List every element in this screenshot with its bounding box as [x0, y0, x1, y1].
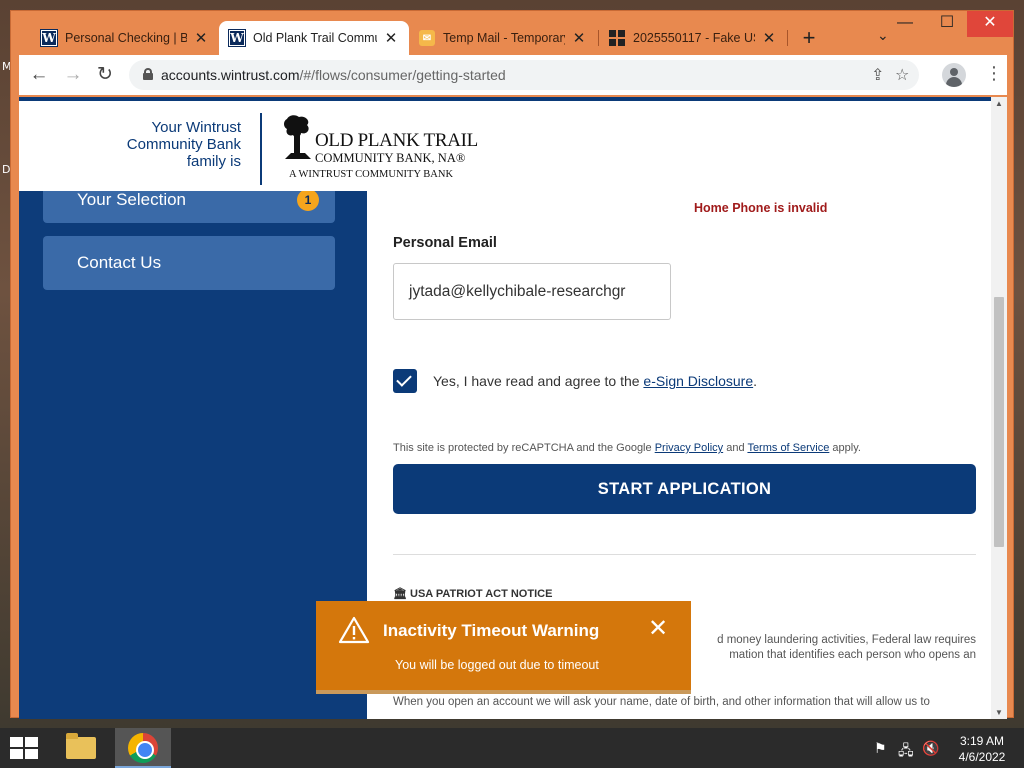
logo-line2: COMMUNITY BANK, NA® — [315, 151, 466, 165]
share-icon[interactable]: ⇪ — [871, 65, 884, 85]
close-tab-icon[interactable]: ✕ — [383, 29, 399, 47]
sidebar: Your Selection 1 Contact Us — [19, 177, 367, 719]
windows-taskbar: ⚑ 🖧 🔇 3:19 AM 4/6/2022 — [0, 728, 1024, 768]
section-divider — [393, 554, 976, 555]
logo-line3: A WINTRUST COMMUNITY BANK — [289, 169, 454, 180]
patriot-act-heading: 🏛 USA PATRIOT ACT NOTICE — [393, 588, 553, 600]
selection-count-badge: 1 — [297, 189, 319, 211]
network-icon[interactable]: 🖧 — [898, 740, 914, 764]
home-phone-error: Home Phone is invalid — [694, 201, 828, 215]
wintrust-favicon-icon: W — [228, 29, 246, 47]
bookmark-star-icon[interactable]: ☆ — [895, 65, 909, 85]
url-text: accounts.wintrust.com/#/flows/consumer/g… — [161, 67, 506, 83]
chrome-taskbar-button[interactable] — [115, 728, 171, 768]
reload-icon[interactable]: ↻ — [91, 61, 119, 89]
sidebar-item-contact-us[interactable]: Contact Us — [43, 236, 335, 290]
close-tab-icon[interactable]: ✕ — [571, 29, 587, 47]
email-field[interactable]: jytada@kellychibale-researchgr — [393, 263, 671, 320]
scrollbar-thumb[interactable] — [994, 297, 1004, 547]
tab-personal-checking[interactable]: W Personal Checking | Blo ✕ — [31, 21, 219, 55]
privacy-policy-link[interactable]: Privacy Policy — [655, 442, 723, 454]
profile-avatar-icon[interactable] — [942, 63, 966, 87]
page-scrollbar[interactable]: ▲ ▼ — [991, 97, 1007, 719]
wintrust-favicon-icon: W — [40, 29, 58, 47]
lock-icon — [143, 68, 153, 80]
toast-message: You will be logged out due to timeout — [395, 658, 599, 672]
sidebar-item-label: Contact Us — [77, 253, 162, 272]
start-application-button[interactable]: START APPLICATION — [393, 464, 976, 514]
recaptcha-notice: This site is protected by reCAPTCHA and … — [393, 442, 861, 454]
chrome-icon — [128, 733, 158, 763]
oak-tree-logo-icon — [284, 115, 311, 159]
tab-fake-us[interactable]: 2025550117 - Fake US ✕ — [599, 21, 787, 55]
folder-icon — [66, 733, 96, 759]
toast-title: Inactivity Timeout Warning — [383, 621, 600, 640]
toast-progress-bar — [316, 690, 691, 694]
tab-temp-mail[interactable]: ✉ Temp Mail - Temporary ✕ — [409, 21, 597, 55]
esign-agree-checkbox[interactable] — [393, 369, 417, 393]
tab-strip: W Personal Checking | Blo ✕ W Old Plank … — [11, 11, 1015, 55]
tab-title: Personal Checking | Blo — [65, 31, 187, 45]
tab-title: Temp Mail - Temporary — [443, 31, 565, 45]
browser-toolbar: ← → ↻ accounts.wintrust.com/#/flows/cons… — [19, 55, 1007, 95]
sidebar-item-label: Your Selection — [77, 190, 187, 209]
address-bar[interactable]: accounts.wintrust.com/#/flows/consumer/g… — [129, 60, 919, 90]
logo-line1: OLD PLANK TRAIL — [315, 130, 478, 151]
scroll-down-icon[interactable]: ▼ — [991, 708, 1007, 717]
warning-icon — [338, 616, 370, 644]
close-window-icon[interactable]: ✕ — [967, 11, 1013, 37]
minimize-icon[interactable]: — — [885, 11, 925, 37]
tab-title: Old Plank Trail Commun — [253, 31, 377, 45]
terms-of-service-link[interactable]: Terms of Service — [747, 442, 829, 454]
more-menu-icon[interactable]: ⋮ — [985, 63, 1003, 84]
esign-disclosure-link[interactable]: e-Sign Disclosure — [643, 373, 753, 389]
action-center-flag-icon[interactable]: ⚑ — [874, 740, 887, 757]
scroll-up-icon[interactable]: ▲ — [991, 99, 1007, 108]
forward-arrow-icon[interactable]: → — [59, 61, 87, 89]
email-label: Personal Email — [393, 235, 497, 251]
windows-start-icon[interactable] — [10, 737, 38, 759]
bank-building-icon: 🏛 — [393, 588, 407, 600]
maximize-icon[interactable]: ☐ — [927, 11, 967, 37]
close-tab-icon[interactable]: ✕ — [761, 29, 777, 47]
file-explorer-taskbar-button[interactable] — [52, 728, 108, 768]
inactivity-timeout-toast: Inactivity Timeout Warning ✕ You will be… — [316, 601, 691, 694]
system-clock[interactable]: 3:19 AM 4/6/2022 — [952, 733, 1012, 765]
esign-agree-text: Yes, I have read and agree to the e-Sign… — [433, 373, 758, 389]
header-tagline: Your Wintrust Community Bank family is — [126, 119, 241, 170]
tab-separator — [787, 30, 788, 46]
close-tab-icon[interactable]: ✕ — [193, 29, 209, 47]
close-toast-icon[interactable]: ✕ — [648, 617, 668, 641]
tab-title: 2025550117 - Fake US — [633, 31, 755, 45]
grid-icon — [609, 30, 625, 46]
mail-icon: ✉ — [419, 30, 435, 46]
site-header: Your Wintrust Community Bank family is O… — [19, 97, 991, 191]
header-divider — [260, 113, 262, 185]
back-arrow-icon[interactable]: ← — [25, 61, 53, 89]
tab-old-plank-trail[interactable]: W Old Plank Trail Commun ✕ — [219, 21, 409, 55]
new-tab-plus-icon[interactable]: + — [797, 25, 821, 51]
volume-muted-icon[interactable]: 🔇 — [922, 740, 939, 757]
